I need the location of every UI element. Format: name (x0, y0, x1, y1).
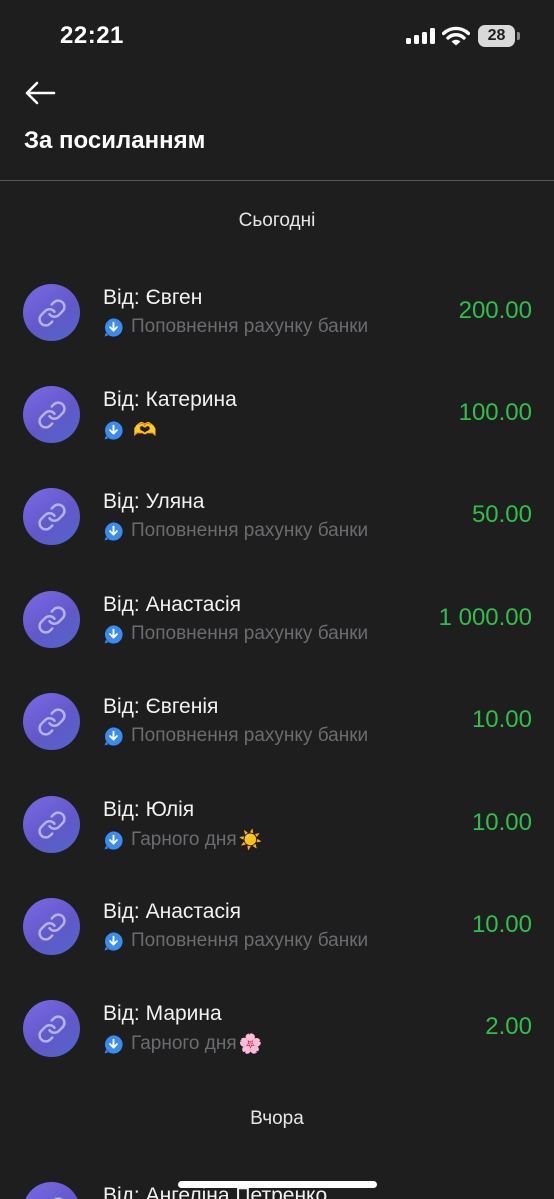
transaction-row[interactable]: Від: Анастасія Поповнення рахунку банки … (0, 591, 554, 691)
transaction-amount: 10.00 (471, 911, 532, 938)
message-down-icon (104, 317, 123, 337)
transaction-comment: Поповнення рахунку банки (131, 623, 369, 644)
transaction-row[interactable]: Від: Катерина 🫶 100.00 (0, 386, 554, 486)
transaction-comment: Поповнення рахунку банки (131, 520, 369, 541)
transaction-row[interactable]: Від: Анастасія Поповнення рахунку банки … (0, 898, 554, 998)
transaction-details: Гарного дня 🌸 (103, 1032, 262, 1056)
header-divider (0, 180, 554, 181)
transaction-row[interactable]: Від: Євгенія Поповнення рахунку банки 10… (0, 693, 554, 793)
avatar (23, 1182, 80, 1199)
link-icon (37, 810, 66, 839)
home-indicator (178, 1181, 377, 1188)
transaction-row[interactable]: Від: Євген Поповнення рахунку банки 200.… (0, 284, 554, 384)
message-down-icon (104, 726, 123, 746)
transaction-amount: 10.00 (471, 706, 532, 733)
transaction-details: Поповнення рахунку банки (103, 623, 370, 645)
avatar (23, 1000, 80, 1057)
avatar (23, 488, 80, 545)
transaction-row[interactable]: Від: Марина Гарного дня 🌸 2.00 (0, 1000, 554, 1100)
message-down-icon (104, 420, 123, 440)
section-header-today: Сьогодні (238, 210, 316, 231)
back-button[interactable] (20, 75, 60, 111)
transaction-details: Поповнення рахунку банки (103, 316, 370, 338)
page-title: За посиланням (24, 127, 206, 154)
transaction-sender: Від: Євгенія (103, 695, 219, 718)
avatar (23, 386, 80, 443)
wifi-icon (441, 25, 471, 47)
transaction-details: Поповнення рахунку банки (103, 725, 370, 747)
link-icon (37, 912, 66, 941)
transaction-comment: Поповнення рахунку банки (131, 725, 369, 746)
battery-icon: 28 (478, 25, 520, 47)
avatar (23, 898, 80, 955)
status-bar: 22:21 28 (0, 0, 554, 70)
message-down-icon (104, 521, 123, 541)
transaction-amount: 200.00 (458, 297, 532, 324)
comment-emoji: 🌸 (238, 1034, 263, 1055)
transaction-amount: 1 000.00 (438, 604, 532, 631)
transaction-details: 🫶 (103, 418, 157, 442)
section-header-yesterday: Вчора (250, 1108, 304, 1129)
transaction-amount: 2.00 (485, 1013, 532, 1040)
transaction-sender: Від: Марина (103, 1002, 222, 1025)
message-down-icon (104, 1034, 123, 1054)
transaction-details: Гарного дня ☀️ (103, 828, 262, 852)
transaction-row[interactable]: Від: Юлія Гарного дня ☀️ 10.00 (0, 796, 554, 896)
link-icon (37, 502, 66, 531)
comment-emoji: ☀️ (238, 830, 263, 851)
link-icon (37, 605, 66, 634)
transaction-details: Поповнення рахунку банки (103, 520, 370, 542)
avatar (23, 693, 80, 750)
link-icon (52, 1196, 63, 1199)
transaction-sender: Від: Анастасія (103, 900, 241, 923)
transaction-sender: Від: Анастасія (103, 593, 241, 616)
comment-emoji: 🫶 (133, 420, 157, 441)
cellular-signal-icon (406, 28, 436, 44)
avatar (23, 591, 80, 648)
transaction-sender: Від: Євген (103, 286, 203, 309)
transaction-comment: Поповнення рахунку банки (131, 316, 369, 337)
link-icon (37, 400, 66, 429)
battery-level: 28 (478, 25, 515, 47)
transaction-comment: Гарного дня (131, 1033, 237, 1054)
link-icon (37, 1014, 66, 1043)
transaction-comment: Гарного дня (131, 829, 237, 850)
transaction-row[interactable]: Від: Уляна Поповнення рахунку банки 50.0… (0, 488, 554, 588)
avatar (23, 796, 80, 853)
link-icon (37, 298, 66, 327)
transaction-sender: Від: Юлія (103, 798, 195, 821)
status-time: 22:21 (60, 22, 124, 49)
message-down-icon (104, 830, 123, 850)
transaction-comment: Поповнення рахунку банки (131, 930, 369, 951)
message-down-icon (104, 931, 123, 951)
transaction-amount: 100.00 (458, 399, 532, 426)
transaction-amount: 10.00 (471, 809, 532, 836)
arrow-left-icon (25, 81, 56, 105)
message-down-icon (104, 624, 123, 644)
link-icon (37, 707, 66, 736)
transaction-sender: Від: Катерина (103, 388, 237, 411)
transaction-details: Поповнення рахунку банки (103, 930, 370, 952)
transaction-amount: 50.00 (471, 501, 532, 528)
avatar (23, 284, 80, 341)
transaction-sender: Від: Уляна (103, 490, 205, 513)
